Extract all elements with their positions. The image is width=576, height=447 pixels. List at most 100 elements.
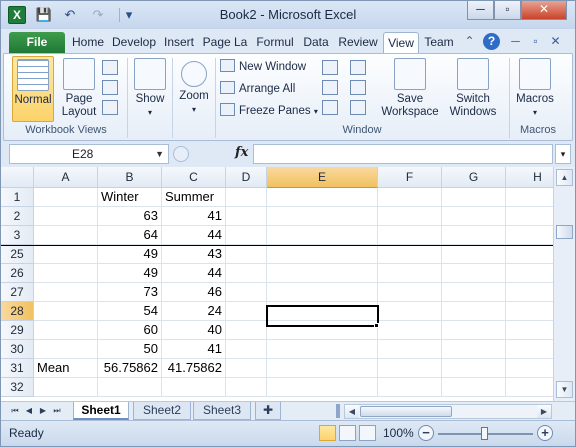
cell-e2[interactable] xyxy=(267,207,378,226)
cell-g29[interactable] xyxy=(442,321,506,340)
cell-f28[interactable] xyxy=(378,302,442,321)
tab-review[interactable]: Review xyxy=(335,32,381,53)
cell-d26[interactable] xyxy=(226,264,267,283)
cell-b32[interactable] xyxy=(98,378,162,397)
cell-a32[interactable] xyxy=(34,378,98,397)
minimize-ribbon-icon[interactable]: ⌃ xyxy=(461,33,478,50)
cell-e27[interactable] xyxy=(267,283,378,302)
cell-b27[interactable]: 73 xyxy=(98,283,162,302)
cell-d27[interactable] xyxy=(226,283,267,302)
cell-d3[interactable] xyxy=(226,226,267,245)
row-header[interactable]: 25 xyxy=(1,245,34,264)
formula-input[interactable] xyxy=(253,144,553,164)
column-header-e[interactable]: E xyxy=(267,167,378,188)
tab-view[interactable]: View xyxy=(383,32,419,53)
active-cell-e28[interactable] xyxy=(266,305,379,327)
cell-h27[interactable] xyxy=(506,283,553,302)
workbook-close-icon[interactable]: ✕ xyxy=(547,33,564,50)
last-sheet-icon[interactable]: ⏭ xyxy=(51,404,63,418)
row-header[interactable]: 3 xyxy=(1,226,34,245)
column-header-f[interactable]: F xyxy=(378,167,442,188)
cell-b29[interactable]: 60 xyxy=(98,321,162,340)
cell-e26[interactable] xyxy=(267,264,378,283)
cell-c30[interactable]: 41 xyxy=(162,340,226,359)
cell-f32[interactable] xyxy=(378,378,442,397)
cell-c3[interactable]: 44 xyxy=(162,226,226,245)
cell-c2[interactable]: 41 xyxy=(162,207,226,226)
column-header-a[interactable]: A xyxy=(34,167,98,188)
cell-a31[interactable]: Mean xyxy=(34,359,98,378)
cell-b2[interactable]: 63 xyxy=(98,207,162,226)
column-header-c[interactable]: C xyxy=(162,167,226,188)
cell-f31[interactable] xyxy=(378,359,442,378)
column-header-g[interactable]: G xyxy=(442,167,506,188)
full-screen-icon[interactable] xyxy=(102,100,118,115)
cell-c27[interactable]: 46 xyxy=(162,283,226,302)
cell-c31[interactable]: 41.75862 xyxy=(162,359,226,378)
tab-developer[interactable]: Develop xyxy=(111,32,157,53)
macros-button[interactable]: Macros ▾ xyxy=(512,56,558,122)
cell-e32[interactable] xyxy=(267,378,378,397)
cell-f25[interactable] xyxy=(378,245,442,264)
sheet-tab-sheet2[interactable]: Sheet2 xyxy=(133,402,191,420)
cell-a3[interactable] xyxy=(34,226,98,245)
row-header[interactable]: 28 xyxy=(1,302,34,321)
previous-sheet-icon[interactable]: ◀ xyxy=(23,404,35,418)
page-layout-status-icon[interactable] xyxy=(339,425,356,441)
cell-f2[interactable] xyxy=(378,207,442,226)
next-sheet-icon[interactable]: ▶ xyxy=(37,404,49,418)
cell-g1[interactable] xyxy=(442,188,506,207)
expand-formula-bar-icon[interactable]: ▾ xyxy=(555,144,571,164)
page-break-preview-icon[interactable] xyxy=(102,60,118,75)
freeze-panes-button[interactable]: Freeze Panes ▾ xyxy=(220,102,318,120)
cell-f1[interactable] xyxy=(378,188,442,207)
insert-function-icon[interactable]: fx xyxy=(235,145,248,160)
tab-file[interactable]: File xyxy=(9,32,65,53)
cell-c29[interactable]: 40 xyxy=(162,321,226,340)
zoom-button[interactable]: Zoom ▾ xyxy=(174,56,214,122)
worksheet-grid[interactable]: A B C D E F G H 1 Winter Summer 2 63 41 3 64 44 2… xyxy=(1,167,553,401)
scroll-right-icon[interactable]: ▶ xyxy=(537,405,551,418)
save-workspace-button[interactable]: Save Workspace xyxy=(380,56,440,122)
column-header-d[interactable]: D xyxy=(226,167,267,188)
vertical-scroll-thumb[interactable] xyxy=(556,225,573,239)
cell-h26[interactable] xyxy=(506,264,553,283)
cell-h3[interactable] xyxy=(506,226,553,245)
row-header[interactable]: 30 xyxy=(1,340,34,359)
tab-insert[interactable]: Insert xyxy=(159,32,199,53)
sheet-tab-sheet1[interactable]: Sheet1 xyxy=(73,402,129,420)
arrange-all-button[interactable]: Arrange All xyxy=(220,80,295,98)
cell-g25[interactable] xyxy=(442,245,506,264)
cell-e1[interactable] xyxy=(267,188,378,207)
cell-d29[interactable] xyxy=(226,321,267,340)
cell-h28[interactable] xyxy=(506,302,553,321)
cell-c26[interactable]: 44 xyxy=(162,264,226,283)
cell-g30[interactable] xyxy=(442,340,506,359)
row-header[interactable]: 2 xyxy=(1,207,34,226)
cell-f27[interactable] xyxy=(378,283,442,302)
row-header[interactable]: 26 xyxy=(1,264,34,283)
cell-h1[interactable] xyxy=(506,188,553,207)
tab-data[interactable]: Data xyxy=(299,32,333,53)
zoom-out-icon[interactable]: − xyxy=(418,425,434,441)
close-button[interactable]: ✕ xyxy=(521,1,567,20)
cell-h2[interactable] xyxy=(506,207,553,226)
zoom-level[interactable]: 100% xyxy=(383,426,414,440)
cell-d2[interactable] xyxy=(226,207,267,226)
zoom-in-icon[interactable]: + xyxy=(537,425,553,441)
row-header[interactable]: 27 xyxy=(1,283,34,302)
tab-formulas[interactable]: Formul xyxy=(253,32,297,53)
synchronous-scrolling-icon[interactable] xyxy=(350,80,366,95)
cell-f26[interactable] xyxy=(378,264,442,283)
scroll-up-icon[interactable]: ▲ xyxy=(556,169,573,186)
cell-h31[interactable] xyxy=(506,359,553,378)
cell-a26[interactable] xyxy=(34,264,98,283)
cell-b31[interactable]: 56.75862 xyxy=(98,359,162,378)
cell-h30[interactable] xyxy=(506,340,553,359)
cell-d25[interactable] xyxy=(226,245,267,264)
cell-e30[interactable] xyxy=(267,340,378,359)
insert-worksheet-icon[interactable]: ✚ xyxy=(255,402,281,420)
cell-d31[interactable] xyxy=(226,359,267,378)
cell-g31[interactable] xyxy=(442,359,506,378)
cell-g3[interactable] xyxy=(442,226,506,245)
